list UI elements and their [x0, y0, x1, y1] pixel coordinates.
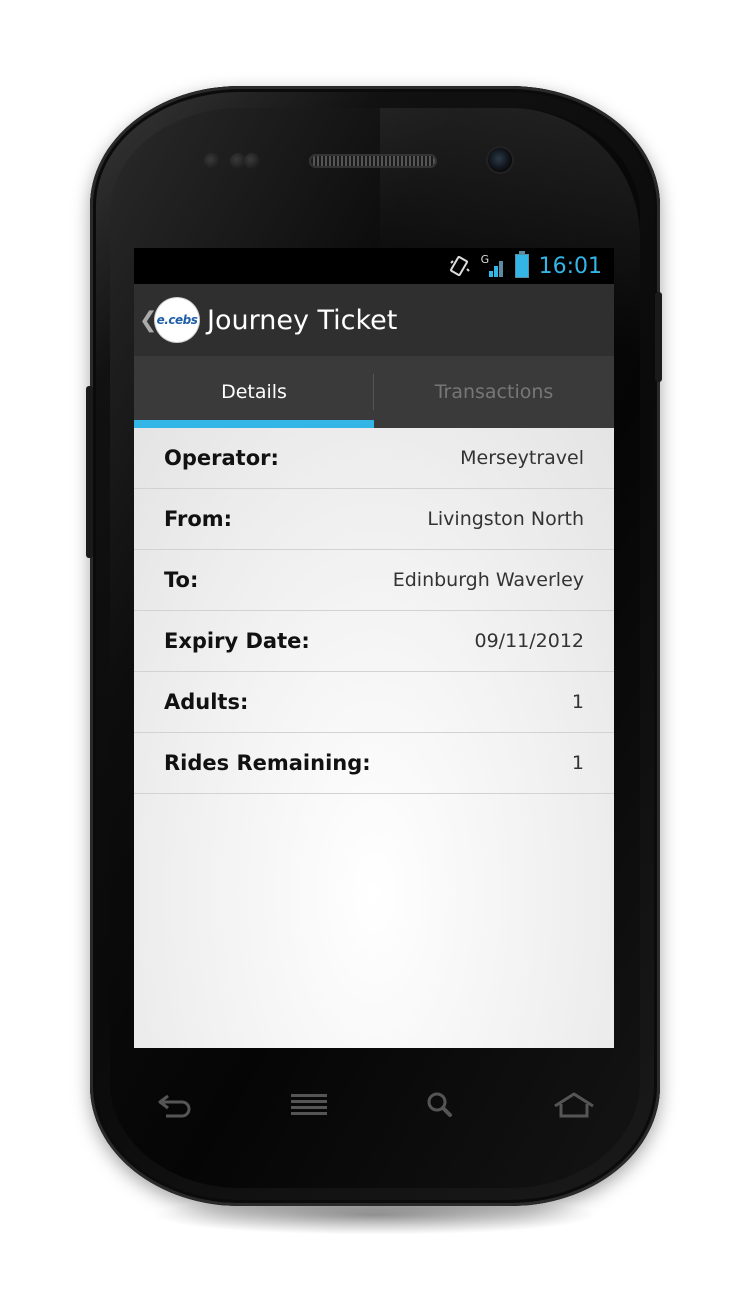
page-title: Journey Ticket — [207, 304, 398, 336]
menu-button[interactable] — [279, 1080, 339, 1130]
detail-label: From: — [164, 507, 233, 531]
details-list: Operator: Merseytravel From: Livingston … — [134, 428, 614, 1048]
network-type: G — [480, 253, 490, 266]
menu-icon — [290, 1094, 327, 1115]
detail-row-expiry-date: Expiry Date: 09/11/2012 — [134, 611, 614, 672]
detail-label: Rides Remaining: — [164, 751, 371, 775]
volume-button[interactable] — [86, 386, 93, 558]
battery-icon — [514, 251, 529, 278]
tab-details[interactable]: Details — [134, 356, 374, 428]
detail-row-operator: Operator: Merseytravel — [134, 428, 614, 489]
tab-transactions[interactable]: Transactions — [374, 356, 614, 428]
proximity-sensor — [204, 153, 220, 169]
home-button[interactable] — [544, 1080, 604, 1130]
navigation-bar — [110, 1060, 640, 1150]
detail-row-rides-remaining: Rides Remaining: 1 — [134, 733, 614, 794]
tab-transactions-label: Transactions — [434, 381, 554, 403]
search-button[interactable] — [411, 1080, 471, 1130]
back-button[interactable] — [146, 1080, 206, 1130]
detail-label: Expiry Date: — [164, 629, 310, 653]
front-camera — [488, 148, 512, 172]
detail-value: Merseytravel — [460, 447, 584, 469]
app-logo[interactable]: e.cebs — [155, 298, 199, 342]
search-icon — [427, 1092, 453, 1117]
detail-label: Operator: — [164, 446, 279, 470]
earpiece-speaker — [309, 154, 437, 168]
signal-icon: G — [480, 253, 505, 277]
detail-value: Edinburgh Waverley — [392, 569, 584, 591]
detail-label: Adults: — [164, 690, 249, 714]
up-caret-icon[interactable]: ❮ — [139, 308, 157, 333]
tab-bar: Details Transactions — [134, 356, 614, 428]
action-bar: ❮ e.cebs Journey Ticket — [134, 284, 614, 357]
detail-row-adults: Adults: 1 — [134, 672, 614, 733]
detail-label: To: — [164, 568, 199, 592]
power-button[interactable] — [655, 292, 662, 382]
back-icon — [158, 1094, 191, 1118]
home-icon — [553, 1092, 594, 1118]
detail-value: Livingston North — [427, 508, 584, 530]
detail-row-from: From: Livingston North — [134, 489, 614, 550]
detail-value: 1 — [571, 752, 584, 774]
status-bar: G 16:01 — [134, 248, 614, 284]
tab-details-label: Details — [221, 381, 287, 403]
app-logo-text: e.cebs — [156, 313, 198, 327]
phone-screen: G 16:01 ❮ e.cebs Journey Ticket Details … — [134, 248, 614, 1048]
detail-value: 1 — [571, 691, 584, 713]
status-time: 16:01 — [538, 253, 602, 279]
notification-led — [244, 153, 260, 169]
status-icons: G 16:01 — [449, 248, 602, 284]
detail-row-to: To: Edinburgh Waverley — [134, 550, 614, 611]
detail-value: 09/11/2012 — [474, 630, 584, 652]
vibrate-icon — [449, 255, 470, 277]
